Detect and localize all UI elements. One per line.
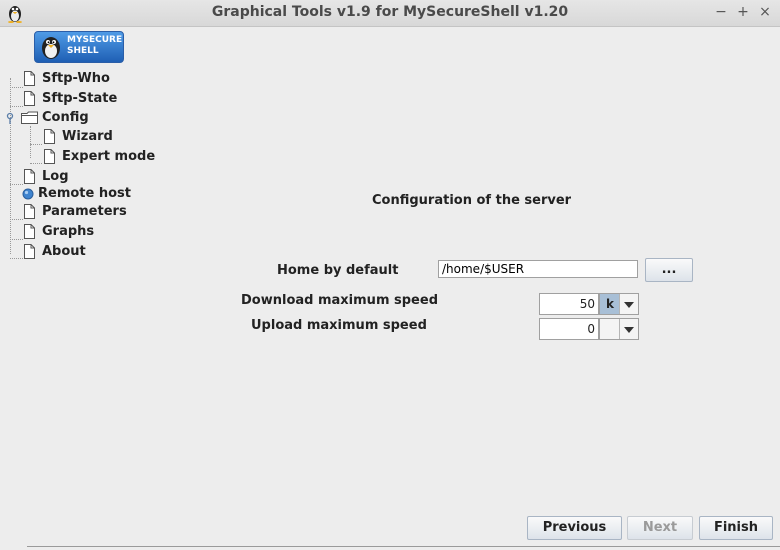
file-icon — [24, 169, 35, 184]
file-icon — [44, 129, 55, 144]
chevron-down-icon[interactable] — [619, 319, 638, 339]
mysecureshell-logo: MYSECURE SHELL — [34, 31, 124, 63]
tree-item-label: Sftp-Who — [42, 71, 110, 86]
logo-text: MYSECURE SHELL — [67, 35, 123, 56]
tree-item-label: Remote host — [38, 186, 131, 201]
tree-item-wizard[interactable]: Wizard — [42, 128, 152, 147]
tree-item-config[interactable]: Config — [20, 109, 140, 128]
status-divider — [27, 546, 780, 547]
tree-item-remote-host[interactable]: Remote host — [20, 185, 140, 204]
title-bar: Graphical Tools v1.9 for MySecureShell v… — [0, 0, 780, 27]
finish-button[interactable]: Finish — [699, 516, 773, 540]
folder-open-icon — [21, 111, 38, 124]
minimize-button[interactable]: − — [712, 3, 730, 21]
download-unit-select[interactable]: k — [599, 293, 639, 315]
file-icon — [24, 224, 35, 239]
tree-expand-handle-icon[interactable] — [5, 112, 15, 124]
tree-item-graphs[interactable]: Graphs — [22, 223, 122, 242]
upload-speed-field[interactable]: 0 — [539, 318, 599, 340]
previous-button[interactable]: Previous — [527, 516, 622, 540]
tree-item-label: Parameters — [42, 204, 127, 219]
tree-item-expert-mode[interactable]: Expert mode — [42, 148, 162, 167]
tree-line — [30, 126, 31, 158]
file-icon — [24, 71, 35, 86]
tree-item-about[interactable]: About — [22, 243, 122, 262]
upload-unit-select[interactable] — [599, 318, 639, 340]
home-directory-input[interactable] — [438, 260, 638, 278]
tree-item-label: About — [42, 244, 86, 259]
tree-item-label: Log — [42, 169, 69, 184]
tree-item-label: Graphs — [42, 224, 95, 239]
window-title: Graphical Tools v1.9 for MySecureShell v… — [211, 4, 569, 20]
tree-item-sftp-state[interactable]: Sftp-State — [22, 90, 142, 109]
upload-unit-value — [600, 319, 620, 339]
file-icon — [24, 91, 35, 106]
upload-label: Upload maximum speed — [251, 318, 427, 333]
tree-line — [30, 144, 42, 145]
file-icon — [24, 244, 35, 259]
penguin-logo-icon — [42, 37, 60, 59]
tree-item-label: Expert mode — [62, 149, 156, 164]
tree-item-label: Sftp-State — [42, 91, 118, 106]
home-label: Home by default — [277, 263, 399, 278]
tree-item-parameters[interactable]: Parameters — [22, 203, 142, 222]
next-button[interactable]: Next — [627, 516, 693, 540]
selected-node-icon — [22, 188, 34, 200]
close-button[interactable]: × — [756, 3, 774, 21]
maximize-button[interactable]: + — [734, 3, 752, 21]
download-speed-field[interactable]: 50 — [539, 293, 599, 315]
tree-item-label: Config — [42, 110, 89, 125]
tree-item-sftp-who[interactable]: Sftp-Who — [22, 70, 142, 89]
file-icon — [24, 204, 35, 219]
tree-line — [10, 78, 11, 254]
tree-line — [30, 163, 42, 164]
page-title: Configuration of the server — [372, 193, 572, 208]
download-unit-value: k — [600, 294, 620, 314]
browse-button[interactable]: ... — [645, 258, 693, 282]
tree-item-label: Wizard — [62, 129, 113, 144]
chevron-down-icon[interactable] — [619, 294, 638, 314]
download-label: Download maximum speed — [241, 293, 438, 308]
file-icon — [44, 149, 55, 164]
